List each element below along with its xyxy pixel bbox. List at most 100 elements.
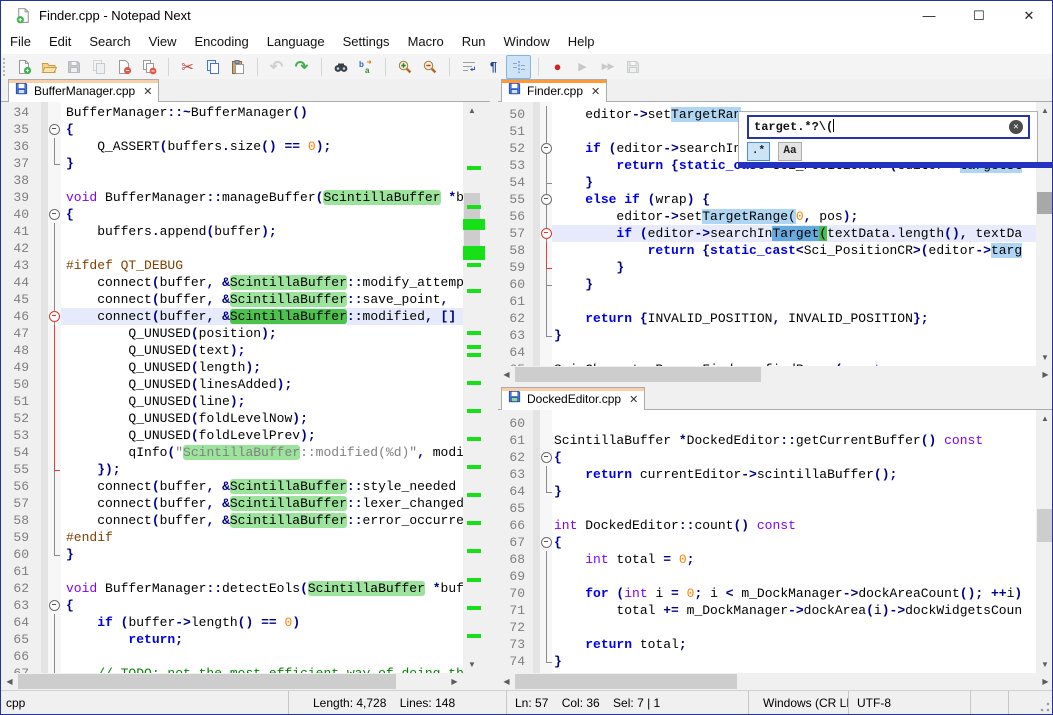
bookmark-margin-cell[interactable] — [41, 546, 48, 563]
bookmark-margin-cell[interactable] — [533, 568, 540, 585]
code-text[interactable]: { — [61, 121, 463, 138]
menu-item-language[interactable]: Language — [258, 31, 334, 52]
code-text[interactable] — [61, 240, 463, 257]
code-text[interactable]: Q_ASSERT(buffers.size() == 0); — [61, 138, 463, 155]
code-line-56[interactable]: 56 editor->setTargetRange(0, pos); — [498, 208, 1036, 225]
docked-vertical-scrollbar[interactable]: ▲ ▼ — [1036, 410, 1053, 673]
code-line-63[interactable]: 63 return currentEditor->scintillaBuffer… — [498, 466, 1036, 483]
code-line-41[interactable]: 41 buffers.append(buffer); — [1, 223, 463, 240]
code-line-64[interactable]: 64} — [498, 483, 1036, 500]
bookmark-margin-cell[interactable] — [41, 172, 48, 189]
code-line-60[interactable]: 60 } — [498, 276, 1036, 293]
code-text[interactable]: } — [552, 483, 1036, 500]
zoom-in-icon[interactable] — [392, 55, 417, 79]
code-line-58[interactable]: 58 return {static_cast<Sci_PositionCR>(e… — [498, 242, 1036, 259]
bookmark-margin-cell[interactable] — [533, 225, 540, 242]
bookmark-margin-cell[interactable] — [41, 648, 48, 665]
scroll-right-icon[interactable]: ▶ — [1037, 673, 1053, 690]
bookmark-margin-cell[interactable] — [41, 257, 48, 274]
bookmark-margin-cell[interactable] — [41, 461, 48, 478]
bookmark-margin-cell[interactable] — [533, 449, 540, 466]
menu-item-view[interactable]: View — [140, 31, 186, 52]
bookmark-margin-cell[interactable] — [533, 259, 540, 276]
close-tab-icon[interactable]: ✕ — [629, 393, 638, 406]
menu-item-search[interactable]: Search — [80, 31, 139, 52]
bookmark-margin-cell[interactable] — [533, 534, 540, 551]
bookmark-margin-cell[interactable] — [41, 512, 48, 529]
code-line-40[interactable]: 40{ — [1, 206, 463, 223]
code-text[interactable] — [552, 619, 1036, 636]
status-eol-format-cell[interactable]: Windows (CR LF) — [749, 691, 849, 715]
code-line-70[interactable]: 70 for (int i = 0; i < m_DockManager->do… — [498, 585, 1036, 602]
code-line-37[interactable]: 37} — [1, 155, 463, 172]
code-line-62[interactable]: 62void BufferManager::detectEols(Scintil… — [1, 580, 463, 597]
code-line-54[interactable]: 54 } — [498, 174, 1036, 191]
bookmark-margin-cell[interactable] — [41, 104, 48, 121]
code-text[interactable]: if (buffer->length() == 0) — [61, 614, 463, 631]
fold-toggle-icon[interactable] — [48, 597, 61, 614]
scroll-up-icon[interactable]: ▲ — [1036, 410, 1053, 427]
maximize-button[interactable]: ☐ — [956, 1, 1002, 31]
code-line-64[interactable]: 64 — [498, 344, 1036, 361]
bookmark-margin-cell[interactable] — [533, 157, 540, 174]
scroll-down-icon[interactable]: ▼ — [1036, 656, 1053, 673]
left-code[interactable]: 34BufferManager::~BufferManager()35{36 Q… — [1, 104, 463, 673]
left-vertical-scrollbar[interactable]: ▲ ▼ — [463, 102, 481, 673]
scroll-left-icon[interactable]: ◀ — [498, 673, 515, 690]
code-line-62[interactable]: 62{ — [498, 449, 1036, 466]
docked-hscroll-thumb[interactable] — [515, 674, 737, 689]
redo-icon[interactable]: ↷ — [289, 55, 314, 79]
bookmark-margin-cell[interactable] — [533, 310, 540, 327]
code-line-65[interactable]: 65 — [498, 500, 1036, 517]
left-horizontal-scrollbar[interactable]: ◀ ▶ — [1, 673, 463, 690]
fold-toggle-icon[interactable] — [540, 534, 552, 551]
code-line-34[interactable]: 34BufferManager::~BufferManager() — [1, 104, 463, 121]
bookmark-margin-cell[interactable] — [41, 563, 48, 580]
record-macro-icon[interactable]: ● — [545, 55, 570, 79]
scroll-left-icon[interactable]: ◀ — [498, 366, 515, 383]
code-text[interactable]: connect(buffer, &ScintillaBuffer::modify… — [61, 274, 463, 291]
code-text[interactable]: connect(buffer, &ScintillaBuffer::style_… — [61, 478, 463, 495]
code-line-73[interactable]: 73 return total; — [498, 636, 1036, 653]
bookmark-margin-cell[interactable] — [533, 415, 540, 432]
bookmark-margin-cell[interactable] — [41, 529, 48, 546]
code-text[interactable]: } — [61, 155, 463, 172]
code-line-46[interactable]: 46 connect(buffer, &ScintillaBuffer::mod… — [1, 308, 463, 325]
bookmark-margin-cell[interactable] — [41, 478, 48, 495]
code-text[interactable] — [552, 293, 1036, 310]
bookmark-margin-cell[interactable] — [533, 551, 540, 568]
code-line-64[interactable]: 64 if (buffer->length() == 0) — [1, 614, 463, 631]
code-text[interactable]: } — [61, 546, 463, 563]
fold-toggle-icon[interactable] — [540, 449, 552, 466]
bookmark-margin-cell[interactable] — [41, 580, 48, 597]
bookmark-margin-cell[interactable] — [533, 140, 540, 157]
word-wrap-icon[interactable] — [456, 55, 481, 79]
code-text[interactable]: } — [552, 276, 1036, 293]
tab-buffermanager-cpp[interactable]: BufferManager.cpp✕ — [8, 79, 159, 102]
left-hscroll-thumb[interactable] — [18, 674, 396, 689]
zoom-out-icon[interactable] — [417, 55, 442, 79]
bookmark-margin-cell[interactable] — [533, 653, 540, 670]
bookmark-margin-cell[interactable] — [41, 631, 48, 648]
code-text[interactable]: return total; — [552, 636, 1036, 653]
code-text[interactable]: ScintillaBuffer *DockedEditor::getCurren… — [552, 432, 1036, 449]
bookmark-margin-cell[interactable] — [41, 325, 48, 342]
code-text[interactable]: Q_UNUSED(line); — [61, 393, 463, 410]
toolbar-grip[interactable] — [3, 58, 11, 76]
bookmark-margin-cell[interactable] — [533, 483, 540, 500]
code-line-63[interactable]: 63{ — [1, 597, 463, 614]
open-file-icon[interactable] — [36, 55, 61, 79]
code-text[interactable]: if (editor->searchInTarget(textData.leng… — [552, 225, 1036, 242]
code-line-56[interactable]: 56 connect(buffer, &ScintillaBuffer::sty… — [1, 478, 463, 495]
code-text[interactable]: { — [61, 206, 463, 223]
code-line-39[interactable]: 39void BufferManager::manageBuffer(Scint… — [1, 189, 463, 206]
code-text[interactable]: { — [552, 534, 1036, 551]
bookmark-margin-cell[interactable] — [41, 495, 48, 512]
code-line-48[interactable]: 48 Q_UNUSED(text); — [1, 342, 463, 359]
bookmark-margin-cell[interactable] — [41, 665, 48, 673]
code-line-72[interactable]: 72 — [498, 619, 1036, 636]
status-encoding-cell[interactable]: UTF-8 — [849, 691, 971, 715]
cut-icon[interactable]: ✂ — [175, 55, 200, 79]
code-text[interactable]: for (int i = 0; i < m_DockManager->dockA… — [552, 585, 1036, 602]
bookmark-margin-cell[interactable] — [533, 344, 540, 361]
